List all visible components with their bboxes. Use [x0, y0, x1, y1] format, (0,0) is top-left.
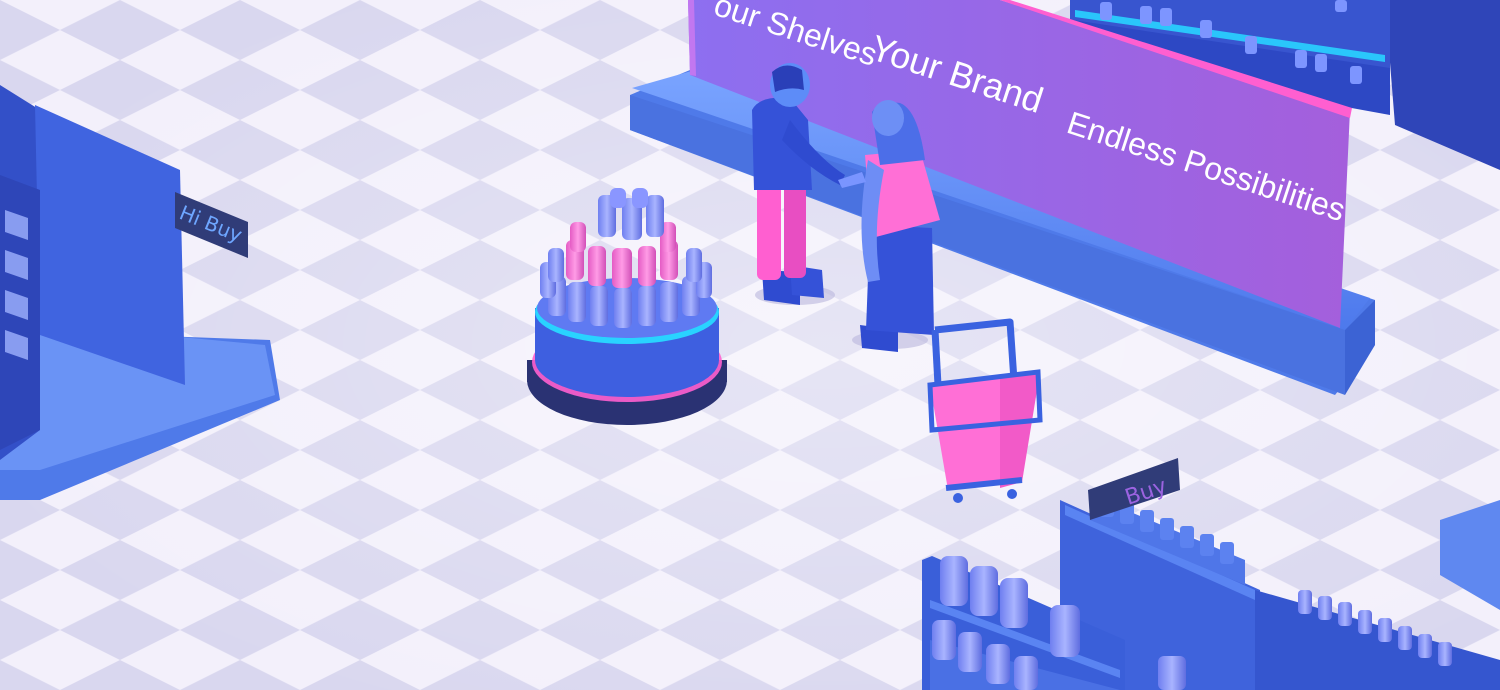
scene-canvas: our Shelves Your Brand Endless Possibili…	[0, 0, 1500, 690]
store-scene: our Shelves Your Brand Endless Possibili…	[0, 0, 1500, 690]
